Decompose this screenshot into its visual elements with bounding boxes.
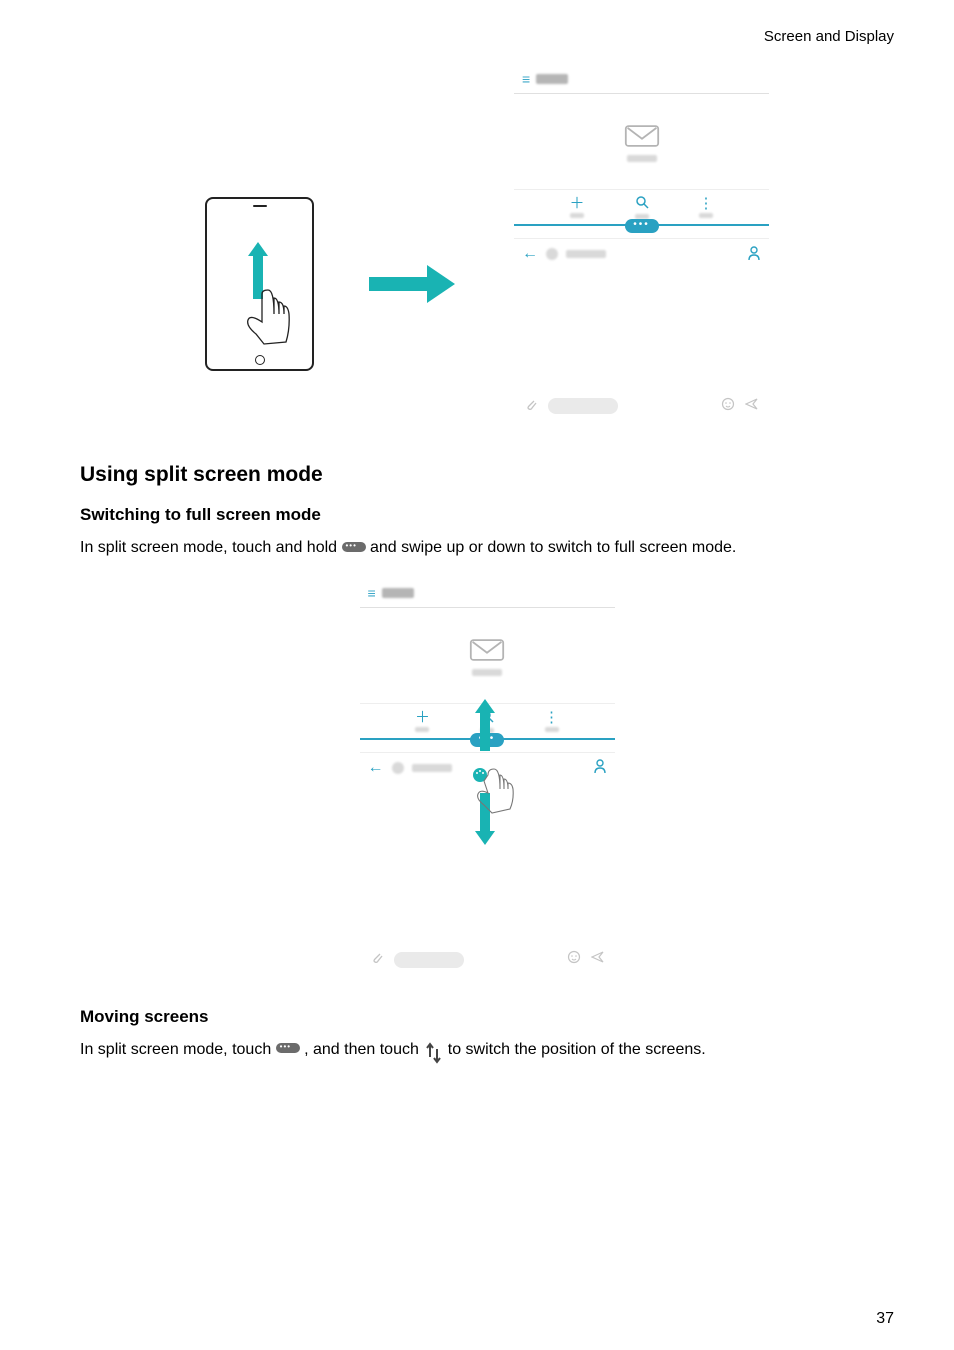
phone-split-screen-mock: ≡ ＋ ⋮ ••• ← <box>514 65 769 423</box>
plus-icon: ＋ <box>569 196 584 211</box>
contact-icon <box>747 245 761 264</box>
emoji-icon <box>567 950 581 969</box>
emoji-icon <box>721 397 735 416</box>
hamburger-icon: ≡ <box>368 585 376 601</box>
send-icon <box>591 950 605 969</box>
mail-icon <box>624 121 660 151</box>
heading-switching-full-screen: Switching to full screen mode <box>80 505 894 525</box>
attach-icon <box>370 950 384 969</box>
more-vert-icon: ⋮ <box>699 196 714 211</box>
tablet-outline <box>205 197 314 371</box>
heading-moving-screens: Moving screens <box>80 1007 894 1027</box>
hand-pointer-icon <box>470 767 530 837</box>
right-arrow-icon <box>369 271 459 297</box>
attach-icon <box>524 397 538 416</box>
heading-using-split-screen: Using split screen mode <box>80 463 894 487</box>
hamburger-icon: ≡ <box>522 71 530 87</box>
para-moving: In split screen mode, touch , and then t… <box>80 1037 894 1063</box>
search-icon <box>635 195 649 212</box>
page-number: 37 <box>876 1310 894 1328</box>
running-header: Screen and Display <box>80 28 894 45</box>
swipe-up-arrow-icon <box>480 711 490 751</box>
contact-icon <box>593 758 607 777</box>
plus-icon: ＋ <box>415 710 430 725</box>
split-handle-inline-icon <box>342 542 366 552</box>
more-vert-icon: ⋮ <box>544 710 559 725</box>
split-handle-inline-icon <box>276 1043 300 1053</box>
swap-screens-icon <box>423 1042 443 1064</box>
para-switching: In split screen mode, touch and hold and… <box>80 535 894 561</box>
hand-icon <box>242 284 302 354</box>
figure-full-screen-swipe: ≡ ＋ ⋮ ••• ← <box>80 579 894 977</box>
mail-icon <box>469 635 505 665</box>
back-icon: ← <box>368 759 384 777</box>
back-icon: ← <box>522 245 538 263</box>
figure-split-screen-gesture: ≡ ＋ ⋮ ••• ← <box>80 65 894 423</box>
split-handle-icon: ••• <box>625 219 659 233</box>
send-icon <box>745 397 759 416</box>
